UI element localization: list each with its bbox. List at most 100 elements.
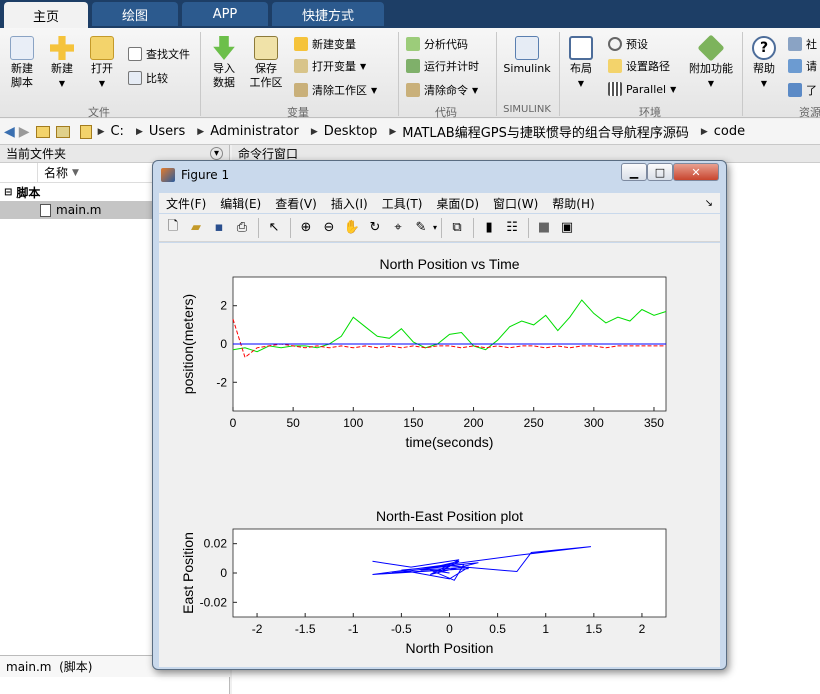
community-icon xyxy=(788,37,802,51)
brush-icon[interactable]: ✎ xyxy=(410,217,432,239)
open-button[interactable]: 打开 ▼ xyxy=(84,36,120,91)
plots-svg: North Position vs Time0 50 100 150 200 250 300… xyxy=(180,256,667,656)
menu-insert[interactable]: 插入(I) xyxy=(331,195,368,212)
pointer-icon[interactable]: ↖ xyxy=(263,217,285,239)
x-tick-label: -0.5 xyxy=(391,622,412,636)
community-button[interactable]: 社 xyxy=(788,36,817,52)
layout-button[interactable]: 布局 ▼ xyxy=(564,36,598,91)
x-tick-label: -1.5 xyxy=(295,622,316,636)
new-variable-button[interactable]: 新建变量 xyxy=(294,36,356,52)
brush-icon xyxy=(294,83,308,97)
show-plot-tools-icon[interactable]: ▣ xyxy=(556,217,578,239)
compare-button[interactable]: 比较 xyxy=(128,70,168,86)
group-label-file: 文件 xyxy=(88,106,110,119)
learn-matlab-button[interactable]: 了 xyxy=(788,82,817,98)
dock-arrow-icon[interactable]: ↘ xyxy=(705,198,713,209)
menu-file[interactable]: 文件(F) xyxy=(166,195,206,212)
save-icon[interactable]: ▪ xyxy=(208,217,230,239)
zoom-out-icon[interactable]: ⊖ xyxy=(318,217,340,239)
group-label-simulink: SIMULINK xyxy=(503,104,551,115)
new-script-button[interactable]: 新建 脚本 xyxy=(4,36,40,90)
y-tick-label: 0 xyxy=(220,566,227,580)
save-workspace-button[interactable]: 保存 工作区 xyxy=(246,36,286,90)
x-tick-label: 300 xyxy=(584,416,604,430)
analyze-code-button[interactable]: 分析代码 xyxy=(406,36,468,52)
x-tick-label: 0 xyxy=(446,622,453,636)
tab-apps[interactable]: APP xyxy=(182,2,268,26)
minimize-button[interactable]: ▁ xyxy=(621,163,647,181)
breadcrumb-item[interactable]: Users xyxy=(149,124,185,139)
forward-arrow-icon[interactable]: ▶ xyxy=(19,124,30,140)
menu-desktop[interactable]: 桌面(D) xyxy=(436,195,479,212)
breadcrumb-item[interactable]: code xyxy=(714,124,745,139)
colorbar-icon[interactable]: ▮ xyxy=(478,217,500,239)
rotate-icon[interactable]: ↻ xyxy=(364,217,386,239)
menu-help[interactable]: 帮助(H) xyxy=(552,195,594,212)
chart-title: North Position vs Time xyxy=(379,256,519,272)
new-figure-icon[interactable]: 🗋 xyxy=(162,217,184,239)
legend-icon[interactable]: ☷ xyxy=(501,217,523,239)
simulink-button[interactable]: Simulink xyxy=(502,36,552,76)
figure-canvas: North Position vs Time 0 50 100 150 200 250 300… xyxy=(159,243,720,667)
data-cursor-icon[interactable]: ⌖ xyxy=(387,217,409,239)
new-script-icon xyxy=(10,36,34,60)
support-icon xyxy=(788,59,802,73)
x-tick-label: 150 xyxy=(403,416,423,430)
breadcrumb-arrow-icon: ▶ xyxy=(97,126,105,137)
breadcrumb-arrow-icon: ▶ xyxy=(135,126,143,137)
new-button[interactable]: 新建 ▼ xyxy=(44,36,80,91)
x-tick-label: 50 xyxy=(286,416,300,430)
dropdown-arrow-icon[interactable]: ▾ xyxy=(433,223,437,232)
breadcrumb-arrow-icon: ▶ xyxy=(700,126,708,137)
back-arrow-icon[interactable]: ◀ xyxy=(4,124,15,140)
breadcrumb-item[interactable]: Desktop xyxy=(324,124,378,139)
menu-view[interactable]: 查看(V) xyxy=(275,195,317,212)
group-label-code: 代码 xyxy=(435,106,457,119)
import-data-button[interactable]: 导入 数据 xyxy=(206,36,242,90)
close-button[interactable]: ✕ xyxy=(673,163,719,181)
open-file-icon[interactable]: ▰ xyxy=(185,217,207,239)
request-support-button[interactable]: 请 xyxy=(788,58,817,74)
breadcrumb-item[interactable]: MATLAB编程GPS与捷联惯导的组合导航程序源码 xyxy=(402,122,689,141)
up-folder-icon[interactable] xyxy=(35,125,50,138)
panel-menu-icon[interactable]: ▾ xyxy=(210,147,223,160)
analyze-icon xyxy=(406,37,420,51)
run-time-icon xyxy=(406,59,420,73)
run-and-time-button[interactable]: 运行并计时 xyxy=(406,58,479,74)
find-files-button[interactable]: 查找文件 xyxy=(128,46,190,62)
print-icon[interactable]: ⎙ xyxy=(231,217,253,239)
tab-home[interactable]: 主页 xyxy=(4,2,88,28)
figure-window[interactable]: Figure 1 ▁ □ ✕ 文件(F) 编辑(E) 查看(V) 插入(I) 工… xyxy=(152,160,727,670)
menu-edit[interactable]: 编辑(E) xyxy=(220,195,261,212)
pan-hand-icon[interactable]: ✋ xyxy=(341,217,363,239)
maximize-button[interactable]: □ xyxy=(647,163,673,181)
link-plot-icon[interactable]: ⧉ xyxy=(446,217,468,239)
help-button[interactable]: ? 帮助 ▼ xyxy=(748,36,780,91)
clear-workspace-button[interactable]: 清除工作区 ▼ xyxy=(294,82,377,98)
add-ons-button[interactable]: 附加功能 ▼ xyxy=(686,34,736,91)
tab-plots[interactable]: 绘图 xyxy=(92,2,178,26)
plus-icon xyxy=(50,36,74,60)
set-path-button[interactable]: 设置路径 xyxy=(608,58,670,74)
breadcrumb-item[interactable]: Administrator xyxy=(210,124,299,139)
parallel-button[interactable]: Parallel ▼ xyxy=(608,82,676,96)
main-tab-bar: 主页 绘图 APP 快捷方式 xyxy=(0,0,820,28)
folder-icon xyxy=(79,124,92,139)
tab-shortcuts[interactable]: 快捷方式 xyxy=(272,2,384,26)
figure-title: Figure 1 xyxy=(181,168,230,182)
import-arrow-icon xyxy=(213,36,235,60)
preferences-button[interactable]: 预设 xyxy=(608,36,648,52)
group-label-environment: 环境 xyxy=(639,106,661,119)
breadcrumb-item[interactable]: C: xyxy=(110,124,123,139)
group-label-variable: 变量 xyxy=(287,106,309,119)
menu-window[interactable]: 窗口(W) xyxy=(493,195,538,212)
zoom-in-icon[interactable]: ⊕ xyxy=(295,217,317,239)
breadcrumb-arrow-icon: ▶ xyxy=(389,126,397,137)
menu-tools[interactable]: 工具(T) xyxy=(382,195,423,212)
browse-folder-icon[interactable] xyxy=(55,125,70,138)
open-variable-button[interactable]: 打开变量 ▼ xyxy=(294,58,366,74)
sort-icon: ▼ xyxy=(72,167,79,178)
hide-plot-tools-icon[interactable]: ■ xyxy=(533,217,555,239)
breadcrumb-arrow-icon: ▶ xyxy=(310,126,318,137)
clear-commands-button[interactable]: 清除命令 ▼ xyxy=(406,82,478,98)
